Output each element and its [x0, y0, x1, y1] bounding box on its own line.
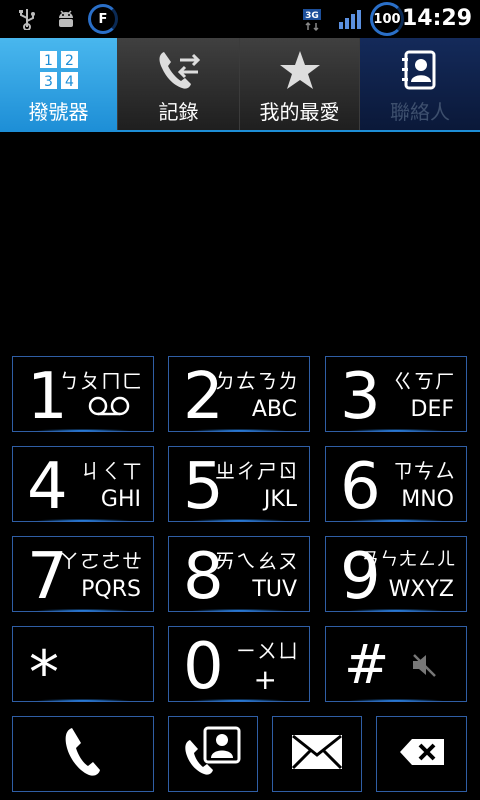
tab-label: 我的最愛 — [259, 100, 340, 124]
status-bar: F 3G 100 14:29 — [0, 0, 480, 38]
key-3[interactable]: 3 ㄍㄎㄏ DEF — [325, 356, 467, 434]
key-zhuyin: ㄐㄑㄒ — [80, 459, 143, 483]
delete-button[interactable] — [376, 716, 467, 792]
key-letters: DEF — [410, 397, 455, 422]
key-2[interactable]: 2 ㄉㄊㄋㄌ ABC — [168, 356, 310, 433]
network-type-label: 3G — [305, 11, 319, 21]
svg-text:3: 3 — [44, 74, 53, 90]
android-debug-icon — [54, 0, 78, 38]
backspace-icon — [398, 737, 446, 771]
key-0[interactable]: 0 ㄧㄨㄩ + — [168, 626, 310, 704]
tab-label: 撥號器 — [28, 100, 89, 124]
key-zhuyin: ㄍㄎㄏ — [393, 369, 456, 393]
call-log-icon — [156, 48, 202, 92]
key-zhuyin: ㄅㄆㄇㄈ — [59, 369, 143, 393]
svg-text:4: 4 — [65, 74, 74, 90]
mute-icon — [410, 651, 438, 683]
tab-favorites[interactable]: 我的最愛 — [240, 38, 360, 132]
tab-bar: 1 2 3 4 撥號器 記錄 我的最愛 聯絡人 — [0, 38, 480, 132]
key-digit: # — [344, 633, 390, 696]
key-digit: * — [29, 638, 59, 708]
tab-label: 記錄 — [158, 100, 199, 124]
svg-text:1: 1 — [44, 53, 53, 69]
key-star[interactable]: * — [12, 626, 154, 708]
key-letters: TUV — [252, 577, 297, 602]
key-digit: 6 — [340, 450, 381, 524]
key-4[interactable]: 4 ㄐㄑㄒ GHI — [12, 446, 154, 524]
key-letters: + — [253, 663, 277, 696]
svg-text:2: 2 — [65, 53, 74, 69]
key-letters: PQRS — [81, 577, 141, 602]
contacts-icon — [400, 48, 440, 92]
key-digit: 0 — [183, 630, 224, 704]
key-zhuyin: ㄗㄘㄙ — [393, 459, 456, 483]
key-digit: 4 — [27, 450, 68, 524]
key-zhuyin: ㄓㄔㄕㄖ — [215, 459, 299, 483]
usb-icon — [16, 0, 38, 38]
add-contact-icon — [183, 726, 243, 782]
star-icon — [279, 48, 321, 92]
phone-icon — [63, 726, 103, 782]
clock: 14:29 — [401, 6, 472, 31]
3g-icon: 3G — [300, 0, 324, 38]
key-letters: ABC — [251, 397, 297, 422]
dialpad-icon: 1 2 3 4 — [39, 48, 79, 92]
key-5[interactable]: 5 ㄓㄔㄕㄖ JKL — [168, 446, 310, 523]
key-letters: GHI — [100, 487, 141, 512]
key-digit: 3 — [340, 360, 381, 434]
tab-underline — [0, 130, 480, 132]
battery-level: 100 — [370, 2, 404, 36]
key-letters: WXYZ — [388, 577, 454, 602]
key-6[interactable]: 6 ㄗㄘㄙ MNO — [325, 446, 467, 524]
sms-button[interactable] — [272, 716, 362, 792]
tab-label: 聯絡人 — [390, 100, 450, 124]
key-letters: MNO — [401, 487, 454, 512]
tab-dialer[interactable]: 1 2 3 4 撥號器 — [0, 38, 118, 132]
voicemail-icon — [87, 395, 131, 423]
key-zhuyin: ㄉㄊㄋㄌ — [215, 369, 299, 393]
key-7[interactable]: 7 ㄚㄛㄜㄝ PQRS — [12, 536, 154, 613]
signal-icon — [336, 0, 364, 38]
key-zhuyin: ㄚㄛㄜㄝ — [59, 549, 143, 573]
key-zhuyin: ㄧㄨㄩ — [236, 639, 299, 663]
envelope-icon — [290, 733, 344, 775]
key-zhuyin: ㄞㄟㄠㄡ — [215, 549, 299, 573]
call-button[interactable] — [12, 716, 154, 792]
key-8[interactable]: 8 ㄞㄟㄠㄡ TUV — [168, 536, 310, 613]
tab-contacts[interactable]: 聯絡人 — [360, 38, 480, 132]
flash-badge: F — [88, 4, 118, 34]
key-1[interactable]: 1 ㄅㄆㄇㄈ — [12, 356, 154, 433]
key-letters: JKL — [263, 487, 297, 512]
key-zhuyin: ㄢㄣㄤㄥㄦ — [361, 549, 456, 570]
flash-icon: F — [86, 0, 120, 38]
key-9[interactable]: 9 ㄢㄣㄤㄥㄦ WXYZ — [325, 536, 467, 613]
add-contact-button[interactable] — [168, 716, 258, 792]
key-hash[interactable]: # — [325, 626, 467, 702]
tab-call-log[interactable]: 記錄 — [118, 38, 240, 132]
battery-icon: 100 — [368, 0, 406, 38]
